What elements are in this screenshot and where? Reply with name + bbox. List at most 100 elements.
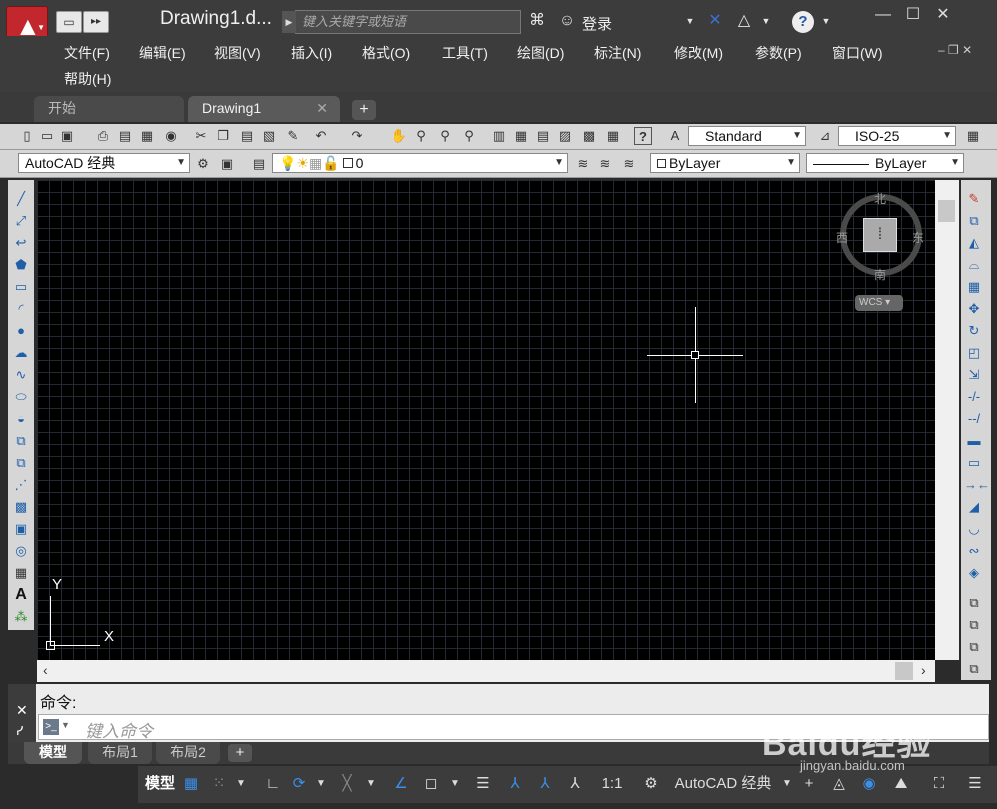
calculator-icon[interactable]: ▦ — [604, 127, 622, 145]
tab-layout1[interactable]: 布局1 — [88, 742, 152, 764]
cut-icon[interactable]: ✂ — [192, 127, 210, 145]
chevron-down-icon[interactable]: ▼ — [820, 10, 832, 32]
polygon-icon[interactable]: ⬟ — [11, 256, 31, 274]
menu-dimension[interactable]: 标注(N) — [594, 43, 641, 63]
3d-print-icon[interactable]: ◉ — [162, 127, 180, 145]
table-icon[interactable]: ▦ — [11, 564, 31, 582]
markup-icon[interactable]: ▩ — [580, 127, 598, 145]
exchange-icon[interactable]: ✕ — [704, 10, 726, 32]
vertical-scrollbar[interactable] — [935, 180, 959, 660]
menu-view[interactable]: 视图(V) — [214, 43, 261, 63]
text-style-select[interactable]: Standard ▼ — [688, 126, 806, 146]
rotate-icon[interactable]: ↻ — [964, 322, 984, 340]
open-icon[interactable]: ▭ — [38, 127, 56, 145]
break-icon[interactable]: ▭ — [964, 454, 984, 472]
horizontal-scrollbar[interactable]: ‹ › — [37, 660, 935, 682]
zoom-realtime-icon[interactable]: ⚲ — [412, 127, 430, 145]
ellipse-arc-icon[interactable]: ◒ — [11, 410, 31, 428]
arc-icon[interactable]: ◜ — [11, 300, 31, 318]
add-selected-icon[interactable]: ⁂ — [11, 608, 31, 626]
offset-icon[interactable]: ⌓ — [964, 256, 984, 274]
help-icon[interactable]: ? — [634, 127, 652, 145]
drawing-canvas[interactable]: ⁞ 北 南 东 西 WCS ▾ Y X — [37, 180, 935, 660]
erase-icon[interactable]: ✎ — [964, 190, 984, 208]
menu-insert[interactable]: 插入(I) — [291, 43, 332, 63]
close-tab-icon[interactable]: ✕ — [316, 96, 328, 120]
viewcube-west-label[interactable]: 西 — [836, 229, 848, 246]
object-snap-icon[interactable]: ◻ — [420, 772, 442, 796]
snap-icon[interactable]: ⁙ — [208, 772, 230, 796]
workspace-switch[interactable]: AutoCAD 经典 — [668, 772, 778, 796]
brush-icon[interactable]: ✎ — [284, 127, 302, 145]
lineweight-icon[interactable]: ☰ — [472, 772, 494, 796]
break-at-point-icon[interactable]: ▬ — [964, 432, 984, 450]
menu-edit[interactable]: 编辑(E) — [139, 43, 186, 63]
layer-properties-icon[interactable]: ▤ — [250, 155, 268, 173]
user-icon[interactable]: ☺ — [556, 10, 578, 32]
menu-modify[interactable]: 修改(M) — [674, 43, 723, 63]
menu-tools[interactable]: 工具(T) — [442, 43, 488, 63]
print-icon[interactable]: ⎙ — [94, 127, 112, 145]
grid-icon[interactable]: ▦ — [180, 772, 202, 796]
redo-icon[interactable]: ↷ — [348, 127, 366, 145]
line-icon[interactable]: ╱ — [11, 190, 31, 208]
draworder-front-icon[interactable]: ⧉ — [964, 594, 984, 612]
tool-palettes-icon[interactable]: ▤ — [534, 127, 552, 145]
tab-drawing1[interactable]: Drawing1 ✕ — [188, 96, 340, 122]
menu-file[interactable]: 文件(F) — [64, 43, 110, 63]
stretch-icon[interactable]: ⇲ — [964, 366, 984, 384]
wrench-icon[interactable]: ᓯ — [16, 724, 23, 738]
draworder-above-icon[interactable]: ⧉ — [964, 638, 984, 656]
isodraft-icon[interactable]: ╳ — [336, 772, 358, 796]
annotation-monitor-icon[interactable]: + — [798, 772, 820, 796]
menu-parameters[interactable]: 参数(P) — [755, 43, 802, 63]
annotation-visibility-icon[interactable]: ⅄ — [504, 772, 526, 796]
new-file-button[interactable]: ▭ — [56, 11, 82, 33]
workspace-settings-icon[interactable]: ▣ — [218, 155, 236, 173]
new-icon[interactable]: ▯ — [18, 127, 36, 145]
isolate-objects-icon[interactable]: ⛰ — [890, 772, 912, 796]
chamfer-icon[interactable]: ◢ — [964, 498, 984, 516]
chevron-down-icon[interactable]: ▼ — [364, 772, 378, 796]
preview-icon[interactable]: ▤ — [116, 127, 134, 145]
ellipse-icon[interactable]: ⬭ — [11, 388, 31, 406]
new-layout-button[interactable]: + — [228, 744, 252, 762]
chevron-down-icon[interactable]: ▼ — [760, 10, 772, 32]
pan-icon[interactable]: ✋ — [390, 127, 408, 145]
point-icon[interactable]: ⋰ — [11, 476, 31, 494]
move-icon[interactable]: ✥ — [964, 300, 984, 318]
copy-object-icon[interactable]: ⧉ — [964, 212, 984, 230]
search-input[interactable]: ▶ 键入关键字或短语 — [282, 10, 521, 34]
chevron-down-icon[interactable]: ▼ — [448, 772, 462, 796]
region-icon[interactable]: ◎ — [11, 542, 31, 560]
linetype-select[interactable]: ByLayer ▼ — [806, 153, 964, 173]
chevron-down-icon[interactable]: ▼ — [780, 772, 794, 796]
sheet-set-icon[interactable]: ▨ — [556, 127, 574, 145]
tab-start[interactable]: 开始 — [34, 96, 184, 122]
close-button[interactable]: ✕ — [928, 4, 958, 24]
tab-model[interactable]: 模型 — [24, 742, 82, 764]
zoom-previous-icon[interactable]: ⚲ — [460, 127, 478, 145]
layer-select[interactable]: 💡☀▦🔓 0 ▼ — [272, 153, 568, 173]
menu-draw[interactable]: 绘图(D) — [517, 43, 564, 63]
chevron-right-icon[interactable]: › — [921, 662, 926, 678]
chevron-down-icon[interactable]: ▼ — [61, 720, 70, 730]
dim-style-select[interactable]: ISO-25 ▼ — [838, 126, 956, 146]
draworder-back-icon[interactable]: ⧉ — [964, 616, 984, 634]
close-icon[interactable]: ✕ — [16, 702, 28, 719]
color-select[interactable]: ByLayer ▼ — [650, 153, 800, 173]
construction-line-icon[interactable]: ⤢ — [11, 212, 31, 230]
blend-curves-icon[interactable]: ∾ — [964, 542, 984, 560]
viewcube-south-label[interactable]: 南 — [874, 266, 886, 283]
multiline-text-icon[interactable]: A — [11, 586, 31, 604]
match-properties-icon[interactable]: ▧ — [260, 127, 278, 145]
layer-previous-icon[interactable]: ≋ — [596, 155, 614, 173]
gradient-icon[interactable]: ▣ — [11, 520, 31, 538]
make-block-icon[interactable]: ⧉ — [11, 454, 31, 472]
copy-icon[interactable]: ❐ — [214, 127, 232, 145]
explode-icon[interactable]: ◈ — [964, 564, 984, 582]
polyline-icon[interactable]: ↩ — [11, 234, 31, 252]
viewcube-east-label[interactable]: 东 — [912, 229, 924, 246]
circle-icon[interactable]: ● — [11, 322, 31, 340]
quick-properties-icon[interactable]: ◉ — [858, 772, 880, 796]
